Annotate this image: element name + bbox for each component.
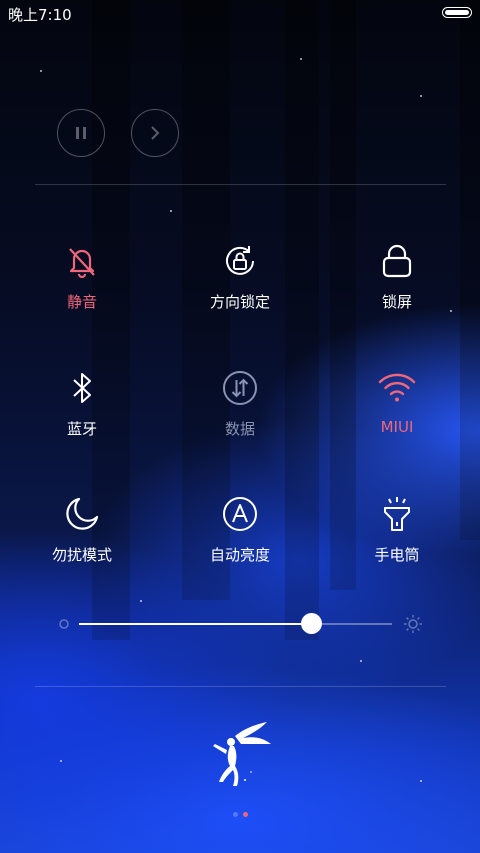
auto-brightness-icon xyxy=(223,497,257,531)
toggle-label: 锁屏 xyxy=(381,293,412,311)
battery-level-fill xyxy=(445,10,469,15)
toggle-label: 蓝牙 xyxy=(66,420,97,438)
toggle-bluetooth[interactable]: 蓝牙 xyxy=(7,368,157,468)
bluetooth-icon xyxy=(73,373,91,403)
wifi-icon xyxy=(378,373,416,402)
status-bar: 晚上7:10 xyxy=(0,0,480,26)
data-arrows-icon xyxy=(223,371,257,405)
background-star xyxy=(170,210,172,212)
page-indicator-dot-2 xyxy=(243,812,248,817)
flashlight-icon xyxy=(384,497,410,531)
toggle-auto-brightness[interactable]: 自动亮度 xyxy=(165,494,315,594)
brightness-slider-thumb[interactable] xyxy=(300,613,322,634)
page-indicator-dot-1 xyxy=(233,812,238,817)
pause-icon xyxy=(76,127,86,139)
fairy-logo xyxy=(213,722,271,786)
background-star xyxy=(40,70,42,72)
toggle-label: 自动亮度 xyxy=(209,546,270,564)
battery-icon xyxy=(442,7,472,18)
moon-icon xyxy=(66,497,99,530)
toggle-label: 手电筒 xyxy=(374,546,420,564)
toggle-label: 数据 xyxy=(224,420,255,438)
background-star xyxy=(360,660,362,662)
toggle-do-not-disturb[interactable]: 勿扰模式 xyxy=(7,494,157,594)
background-star xyxy=(420,95,422,97)
top-divider xyxy=(35,184,446,185)
toggle-label: 勿扰模式 xyxy=(51,546,112,564)
lock-icon xyxy=(382,244,412,278)
bottom-divider xyxy=(35,686,446,687)
background-star xyxy=(420,780,422,782)
brightness-low-icon xyxy=(59,619,69,629)
brightness-high-icon xyxy=(404,615,422,633)
toggle-label: 方向锁定 xyxy=(209,293,270,311)
background-star xyxy=(300,58,302,60)
toggle-mobile-data[interactable]: 数据 xyxy=(165,368,315,468)
next-icon xyxy=(151,126,160,140)
pause-button[interactable] xyxy=(57,109,105,157)
background-star xyxy=(140,600,142,602)
background-star xyxy=(60,760,62,762)
toggle-flashlight[interactable]: 手电筒 xyxy=(322,494,472,594)
toggle-label: MIUI xyxy=(380,418,414,436)
toggle-rotation-lock[interactable]: 方向锁定 xyxy=(165,241,315,341)
toggle-lock-screen[interactable]: 锁屏 xyxy=(322,241,472,341)
toggle-label: 静音 xyxy=(66,293,97,311)
toggle-wifi[interactable]: MIUI xyxy=(322,368,472,468)
bell-off-icon xyxy=(69,248,95,279)
brightness-slider[interactable] xyxy=(79,613,392,634)
rotation-lock-icon xyxy=(226,246,254,275)
status-time: 晚上7:10 xyxy=(8,6,72,24)
toggle-mute[interactable]: 静音 xyxy=(7,241,157,341)
next-button[interactable] xyxy=(131,109,179,157)
brightness-slider-fill xyxy=(79,623,311,625)
